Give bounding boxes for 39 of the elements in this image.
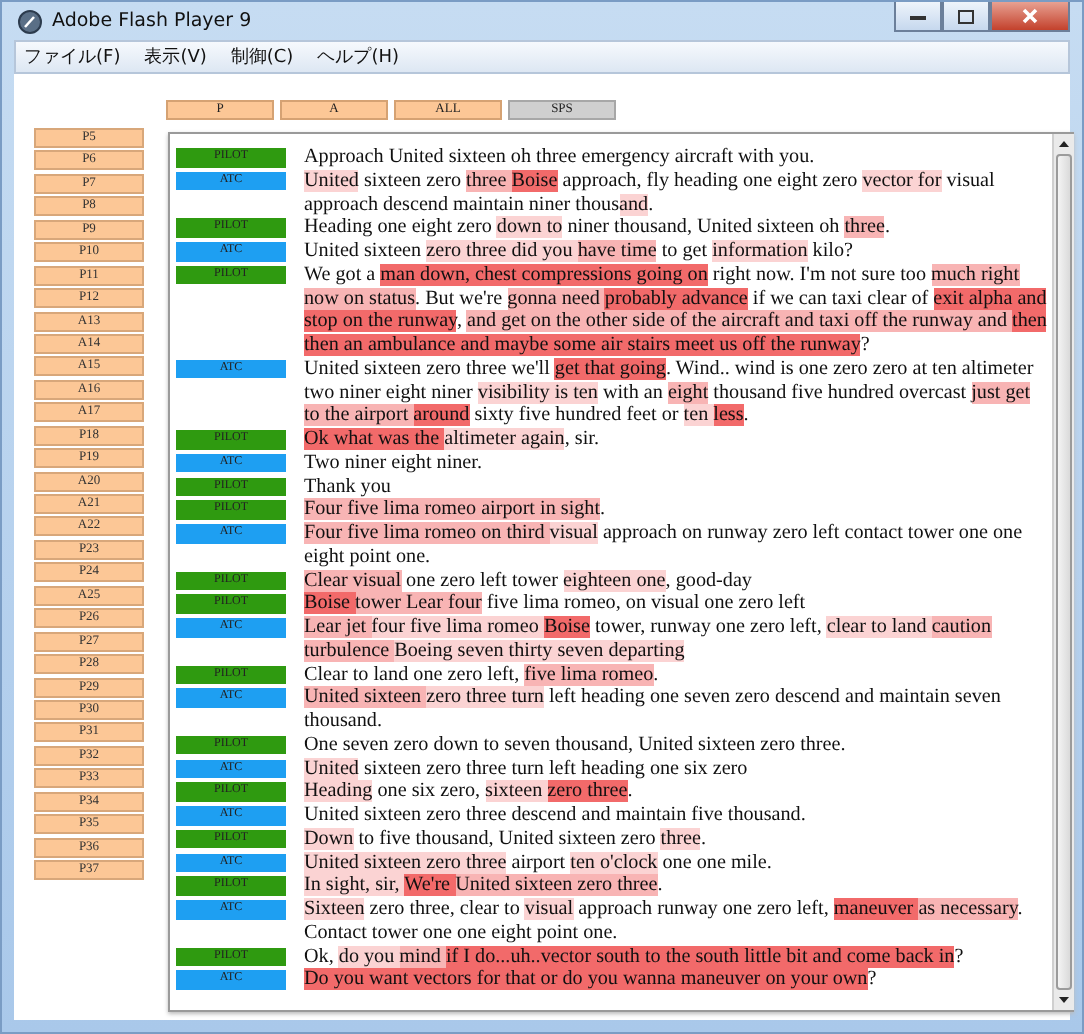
menu-item[interactable]: 表示(V) bbox=[144, 44, 207, 70]
maximize-button[interactable] bbox=[942, 2, 990, 32]
utterance-text: United sixteen zero three turn left heading one six zero bbox=[304, 757, 750, 781]
menu-item[interactable]: 制御(C) bbox=[230, 44, 294, 70]
app-icon bbox=[18, 9, 42, 33]
utterance-text: Ok, do you mind if I do...uh..vector south to the south little bit and come back in? bbox=[304, 945, 966, 969]
utterance-text: Ok what was the altimeter again, sir. bbox=[304, 428, 601, 452]
window-title: Adobe Flash Player 9 bbox=[52, 10, 254, 32]
utterance-text: United sixteen zero three did you have time to get information kilo? bbox=[304, 240, 855, 264]
utterance-text: Heading one eight zero down to niner thousand, United sixteen oh three. bbox=[304, 216, 892, 240]
utterance-text: Do you want vectors for that or do you wanna maneuver on your own? bbox=[304, 968, 879, 992]
utterance-text: Two niner eight niner. bbox=[304, 451, 484, 475]
utterance-text: Sixteen zero three, clear to visual approach runway one zero left, maneuver as necessary. bbox=[304, 898, 1025, 922]
close-icon bbox=[1022, 8, 1038, 24]
utterance-text: United sixteen zero three airport ten o'clock one one mile. bbox=[304, 851, 774, 875]
menu-item[interactable]: ヘルプ(H) bbox=[317, 44, 399, 70]
close-button[interactable] bbox=[990, 2, 1070, 32]
utterance-text: In sight, sir, We're United sixteen zero three. bbox=[304, 874, 665, 898]
utterance-text: Clear visual one zero left tower eighteen one, good-day bbox=[304, 569, 754, 593]
scrollbar[interactable] bbox=[1052, 134, 1074, 1010]
utterance-text: One seven zero down to seven thousand, United sixteen zero three. bbox=[304, 733, 848, 757]
utterance-text: United sixteen zero three descend and maintain five thousand. bbox=[304, 804, 808, 828]
utterance-text: Four five lima romeo airport in sight. bbox=[304, 498, 608, 522]
utterance-text: Thank you bbox=[304, 475, 393, 499]
utterance-text: Four five lima romeo on third visual approach on runway zero left contact tower one one eight point one. bbox=[304, 522, 1025, 569]
utterance-text: United sixteen zero three turn left heading one seven zero descend and maintain seven thousand. bbox=[304, 686, 1003, 734]
utterance-text: Approach United sixteen oh three emergency aircraft with you. bbox=[304, 146, 817, 170]
utterance-text: Clear to land one zero left, five lima romeo. bbox=[304, 663, 661, 687]
utterance-text: Down to five thousand, United sixteen zero three. bbox=[304, 827, 709, 851]
utterance-text: United sixteen zero three we'll get that going. Wind.. wind is one zero zero at ten altimeter two niner eight niner visibility is ten with an eight thousand five hundred overcast just get to the airport around sixty five hundred feet or ten less. bbox=[304, 357, 1036, 428]
menu-item[interactable]: ファイル(F) bbox=[24, 44, 121, 70]
utterance-text: Contact tower one one eight point one. bbox=[304, 921, 620, 945]
minimize-button[interactable] bbox=[894, 2, 942, 32]
utterance-text: Heading one six zero, sixteen zero three. bbox=[304, 780, 635, 804]
maximize-icon bbox=[958, 9, 974, 23]
utterance-text: United sixteen zero three Boise approach, fly heading one eight zero vector for visual approach descend maintain niner thousand. bbox=[304, 169, 997, 217]
utterance-text: Boise tower Lear four five lima romeo, on visual one zero left bbox=[304, 592, 808, 616]
scroll-thumb[interactable] bbox=[1056, 154, 1072, 990]
minimize-icon bbox=[910, 12, 926, 20]
